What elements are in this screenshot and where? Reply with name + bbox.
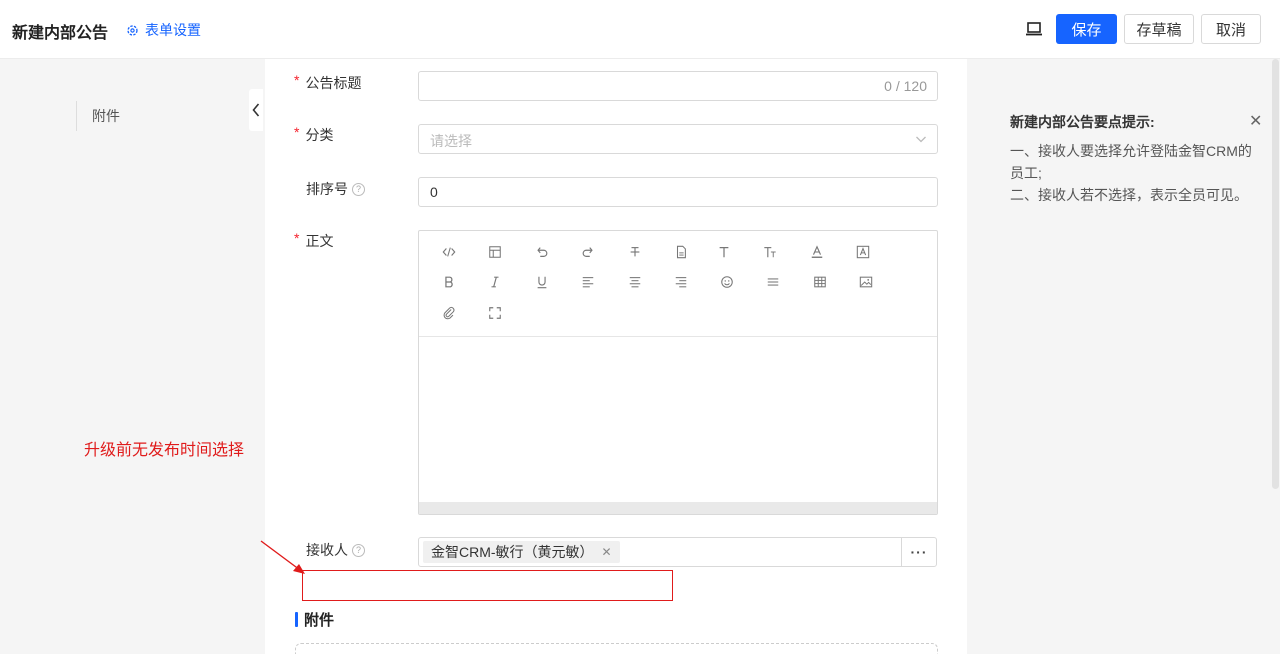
table-icon[interactable] [809, 271, 831, 293]
image-icon[interactable] [855, 271, 877, 293]
text-icon[interactable] [713, 241, 735, 263]
tip-line: 一、接收人要选择允许登陆金智CRM的员工; [1010, 143, 1252, 181]
category-label: * 分类 [294, 124, 334, 143]
required-mark: * [294, 124, 300, 140]
title-input[interactable]: 0 / 120 [418, 71, 938, 101]
required-mark: * [294, 72, 300, 88]
editor-toolbar [419, 231, 937, 337]
title-label: * 公告标题 [294, 72, 362, 91]
attachment-section-title: 附件 [295, 609, 334, 630]
font-size-icon[interactable] [759, 241, 781, 263]
form-settings-link[interactable]: 表单设置 [126, 20, 201, 40]
recipient-tag: 金智CRM-敏行（黄元敏） ✕ [423, 541, 620, 563]
code-icon[interactable] [438, 241, 460, 263]
editor-content-area[interactable] [419, 337, 937, 502]
sort-label: 排序号? [306, 179, 365, 199]
strikethrough-icon[interactable] [624, 241, 646, 263]
laptop-icon [1026, 22, 1042, 36]
top-bar: 新建内部公告 表单设置 保存 存草稿 取消 [0, 0, 1280, 59]
form-settings-label: 表单设置 [145, 22, 201, 38]
recipient-more-button[interactable]: ··· [901, 537, 937, 567]
emoji-icon[interactable] [716, 271, 738, 293]
title-counter: 0 / 120 [884, 78, 927, 94]
section-bar [295, 612, 298, 627]
font-color-icon[interactable] [806, 241, 828, 263]
page-scrollbar[interactable] [1270, 59, 1280, 654]
fullscreen-icon[interactable] [484, 302, 506, 324]
recipient-tag-label: 金智CRM-敏行（黄元敏） [431, 544, 594, 560]
annotation-highlight-box [302, 570, 673, 601]
align-center-icon[interactable] [624, 271, 646, 293]
template-icon[interactable] [484, 241, 506, 263]
recipient-select[interactable]: 金智CRM-敏行（黄元敏） ✕ [418, 537, 902, 567]
attachment-icon[interactable] [438, 302, 460, 324]
category-placeholder: 请选择 [430, 133, 472, 149]
save-draft-button[interactable]: 存草稿 [1124, 14, 1194, 44]
scrollbar-thumb[interactable] [1272, 59, 1279, 489]
undo-icon[interactable] [531, 241, 553, 263]
redo-icon[interactable] [577, 241, 599, 263]
background-color-icon[interactable] [852, 241, 874, 263]
gear-icon [127, 24, 138, 36]
help-icon[interactable]: ? [352, 182, 365, 196]
category-select[interactable]: 请选择 [418, 124, 938, 154]
sort-value: 0 [430, 184, 438, 200]
annotation-arrow [260, 540, 305, 574]
page-title: 新建内部公告 [12, 25, 109, 42]
save-button[interactable]: 保存 [1056, 14, 1117, 44]
chevron-down-icon [916, 136, 926, 143]
align-left-icon[interactable] [577, 271, 599, 293]
bold-icon[interactable] [438, 271, 460, 293]
content-label: * 正文 [294, 230, 334, 249]
chevron-left-icon [252, 103, 260, 117]
tips-title: 新建内部公告要点提示: [1010, 114, 1155, 130]
sidebar-item-attachment[interactable]: 附件 [76, 101, 120, 131]
tips-panel: 新建内部公告要点提示: ✕ 一、接收人要选择允许登陆金智CRM的员工; 二、接收… [968, 59, 1268, 654]
required-mark: * [294, 230, 300, 246]
tips-body: 一、接收人要选择允许登陆金智CRM的员工; 二、接收人若不选择，表示全员可见。 [1010, 140, 1260, 206]
align-right-icon[interactable] [670, 271, 692, 293]
rich-text-editor [418, 230, 938, 515]
document-icon[interactable] [670, 241, 692, 263]
form-area: * 公告标题 0 / 120 * 分类 请选择 排序号? 0 * 正文 接收人 … [265, 59, 967, 654]
tip-line: 二、接收人若不选择，表示全员可见。 [1010, 187, 1248, 203]
collapse-sidebar-button[interactable] [249, 89, 263, 131]
editor-status-bar [419, 502, 937, 514]
preview-device-button[interactable] [1024, 19, 1044, 39]
underline-icon[interactable] [531, 271, 553, 293]
line-height-icon[interactable] [762, 271, 784, 293]
cancel-button[interactable]: 取消 [1201, 14, 1261, 44]
annotation-text: 升级前无发布时间选择 [84, 440, 245, 459]
help-icon[interactable]: ? [352, 543, 365, 557]
italic-icon[interactable] [484, 271, 506, 293]
anchor-sidebar: 附件 [0, 59, 263, 654]
sort-number-input[interactable]: 0 [418, 177, 938, 207]
close-icon[interactable]: ✕ [1249, 111, 1262, 131]
attachment-upload-zone[interactable] [295, 643, 938, 654]
close-icon[interactable]: ✕ [602, 541, 612, 563]
